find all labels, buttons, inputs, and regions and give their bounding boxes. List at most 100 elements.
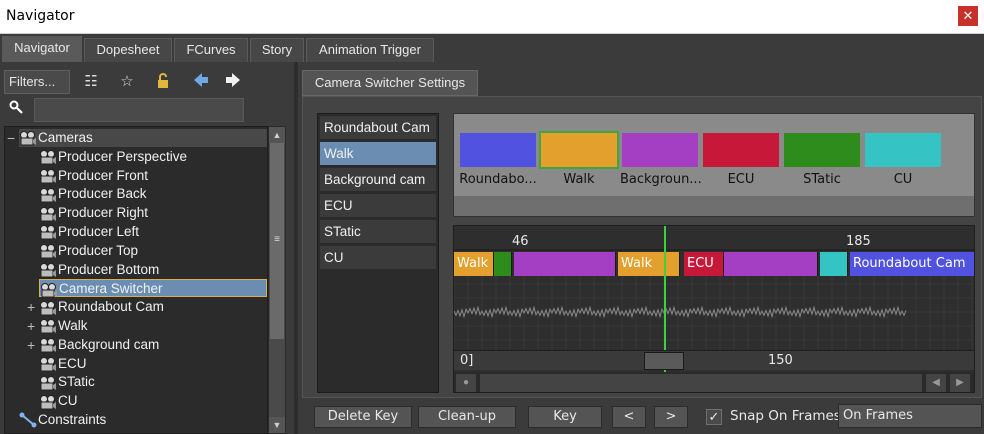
tree-item-producer-left[interactable]: Producer Left xyxy=(39,223,259,241)
close-button[interactable]: ✕ xyxy=(958,6,978,26)
tree-expander-icon[interactable]: + xyxy=(27,298,35,316)
swatch-label: Backgroun... xyxy=(620,172,702,187)
tree-item-producer-back[interactable]: Producer Back xyxy=(39,185,259,203)
scroll-left-arrow-icon[interactable]: ◀ xyxy=(926,374,946,392)
color-swatch[interactable] xyxy=(539,131,619,169)
tree-item-cameras[interactable]: Cameras xyxy=(19,129,267,147)
scrub-handle[interactable] xyxy=(644,352,684,370)
swatch-label: Roundabo... xyxy=(459,172,537,187)
search-row xyxy=(0,98,294,122)
switcher-bottom-bar: Delete Key Clean-up Key < > ✓ Snap On Fr… xyxy=(298,402,984,434)
camera-segment[interactable] xyxy=(820,252,848,276)
tree-item-background-cam[interactable]: Background cam xyxy=(39,336,259,354)
camera-icon xyxy=(39,168,58,184)
delete-key-button[interactable]: Delete Key xyxy=(314,406,412,428)
camera-icon xyxy=(39,205,58,222)
navigator-toolbar: Filters... ☷ ☆ xyxy=(0,68,294,96)
camera-icon xyxy=(39,393,58,410)
cleanup-button[interactable]: Clean-up xyxy=(418,406,516,428)
key-button[interactable]: Key xyxy=(528,406,602,428)
tree-item-label: ECU xyxy=(58,355,87,371)
tab-dopesheet[interactable]: Dopesheet xyxy=(84,38,172,62)
tree-item-ecu[interactable]: ECU xyxy=(39,355,259,373)
tick-label-150: 150 xyxy=(768,353,793,368)
camera-icon xyxy=(39,318,58,334)
tree-item-producer-right[interactable]: Producer Right xyxy=(39,204,259,222)
tree-item-label: Producer Top xyxy=(58,242,139,258)
tab-camera-switcher-settings[interactable]: Camera Switcher Settings xyxy=(302,70,478,96)
timeline-scroll-thumb[interactable] xyxy=(480,374,922,392)
filters-button[interactable]: Filters... xyxy=(4,70,70,94)
tree-item-static[interactable]: STatic xyxy=(39,373,259,391)
camera-list-item[interactable]: STatic xyxy=(320,220,436,244)
switcher-timeline[interactable]: 46 185 Walk Walk ECU Roundabout Cam 0] 150 … xyxy=(453,225,975,393)
camera-segment[interactable]: Walk xyxy=(454,252,494,276)
camera-segment[interactable] xyxy=(724,252,818,276)
tab-navigator[interactable]: Navigator xyxy=(2,36,82,62)
tree-item-cu[interactable]: CU xyxy=(39,392,259,410)
search-icon xyxy=(6,100,26,120)
camera-list-item[interactable]: Roundabout Cam xyxy=(320,116,436,140)
tab-animation-trigger[interactable]: Animation Trigger xyxy=(306,38,434,62)
lock-icon[interactable] xyxy=(152,72,174,92)
tree-item-producer-front[interactable]: Producer Front xyxy=(39,167,259,185)
tree-item-label: Constraints xyxy=(38,412,107,427)
camera-color-palette: Roundabo... Walk Backgroun... ECU STatic CU xyxy=(453,113,975,217)
scroll-right-arrow-icon[interactable]: ▶ xyxy=(950,374,970,392)
scene-tree: − Cameras Producer Perspective Producer Fro… xyxy=(4,126,268,434)
tree-expander-icon[interactable]: − xyxy=(7,129,15,147)
tree-item-label: Producer Back xyxy=(58,186,147,202)
tree-item-walk[interactable]: Walk xyxy=(39,317,259,335)
tab-story[interactable]: Story xyxy=(250,38,304,62)
color-swatch[interactable] xyxy=(784,133,860,167)
next-key-button[interactable]: > xyxy=(654,406,688,428)
title-bar: Navigator ✕ xyxy=(0,0,984,34)
snap-mode-select[interactable]: On Frames xyxy=(838,404,982,428)
camera-list-item[interactable]: ECU xyxy=(320,194,436,218)
tree-item-camera-switcher[interactable]: Camera Switcher xyxy=(39,279,267,298)
tick-label-185: 185 xyxy=(846,234,871,249)
swatch-label: STatic xyxy=(803,172,841,187)
search-input[interactable] xyxy=(34,98,244,122)
tree-item-label: Cameras xyxy=(38,130,93,145)
swatch-label: Walk xyxy=(563,172,595,187)
scroll-down-arrow-icon[interactable]: ▼ xyxy=(269,417,285,433)
back-arrow-icon[interactable] xyxy=(190,72,212,92)
tree-expander-icon[interactable]: + xyxy=(27,336,35,354)
list-view-icon[interactable]: ☷ xyxy=(80,72,102,92)
snap-on-frames-checkbox[interactable]: ✓ xyxy=(706,409,722,425)
tree-expander-icon[interactable]: + xyxy=(27,317,35,335)
swatch-label: ECU xyxy=(727,172,755,187)
tree-item-constraints[interactable]: Constraints xyxy=(19,411,239,429)
camera-segment[interactable]: Roundabout Cam xyxy=(850,252,974,276)
tree-item-label: Producer Bottom xyxy=(58,261,160,277)
camera-list-item[interactable]: CU xyxy=(320,246,436,270)
color-swatch[interactable] xyxy=(703,133,779,167)
previous-key-button[interactable]: < xyxy=(612,406,646,428)
tree-item-producer-bottom[interactable]: Producer Bottom xyxy=(39,261,259,279)
tab-fcurves[interactable]: FCurves xyxy=(174,38,248,62)
color-swatch[interactable] xyxy=(460,133,536,167)
camera-segment[interactable]: Walk xyxy=(618,252,680,276)
camera-segment[interactable] xyxy=(514,252,616,276)
scroll-up-arrow-icon[interactable]: ▲ xyxy=(269,127,285,143)
snap-on-frames-label: Snap On Frames xyxy=(730,408,841,424)
forward-arrow-icon[interactable] xyxy=(222,72,244,92)
tree-item-producer-perspective[interactable]: Producer Perspective xyxy=(39,148,259,166)
tree-item-producer-top[interactable]: Producer Top xyxy=(39,242,259,260)
camera-list-item[interactable]: Walk xyxy=(320,142,436,166)
timeline-scrollbar[interactable]: ● ◀ ▶ xyxy=(454,372,974,392)
select-star-icon[interactable]: ☆ xyxy=(116,72,138,92)
color-swatch[interactable] xyxy=(865,133,941,167)
camera-icon xyxy=(40,281,59,298)
camera-segment[interactable] xyxy=(494,252,512,276)
camera-segment[interactable]: ECU xyxy=(684,252,724,276)
camera-list-item[interactable]: Background cam xyxy=(320,168,436,192)
camera-icon xyxy=(39,337,58,353)
color-swatch[interactable] xyxy=(622,133,698,167)
camera-icon xyxy=(39,374,58,391)
tree-scrollbar[interactable]: ▲ ≡ ▼ xyxy=(268,126,286,434)
timeline-dot-icon[interactable]: ● xyxy=(456,374,476,392)
tree-item-roundabout-cam[interactable]: Roundabout Cam xyxy=(39,298,259,316)
palette-footer xyxy=(454,196,974,216)
